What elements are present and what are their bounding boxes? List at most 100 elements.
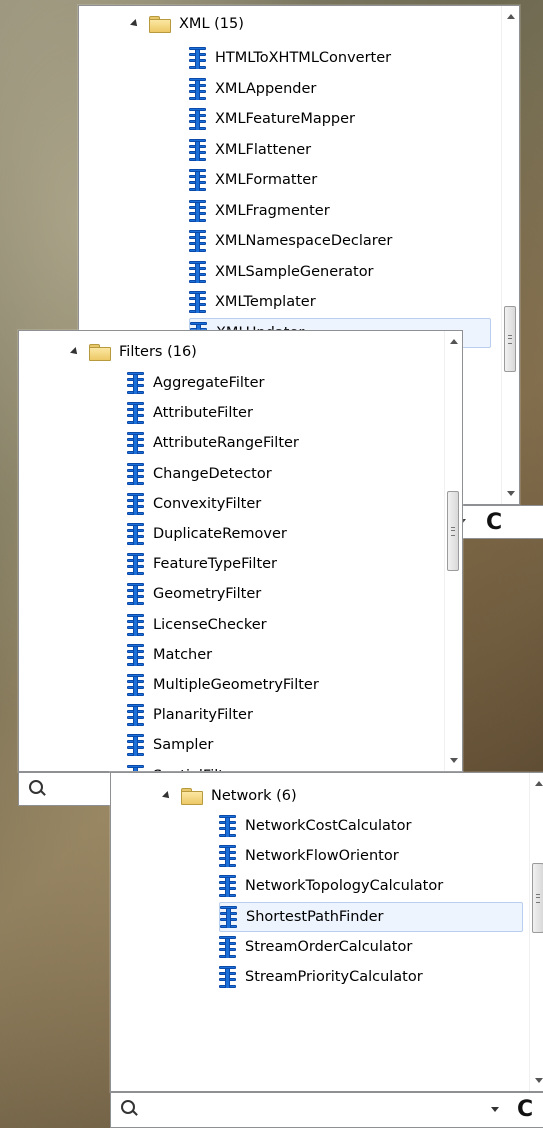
refresh-icon[interactable]: C <box>517 1099 533 1121</box>
network-search-bar[interactable]: C <box>110 1092 543 1128</box>
network-transformer-item[interactable]: NetworkCostCalculator <box>219 811 411 841</box>
transformer-label: StreamPriorityCalculator <box>245 969 423 985</box>
filters-transformer-item[interactable]: ChangeDetector <box>127 459 272 489</box>
filters-transformer-item[interactable]: MultipleGeometryFilter <box>127 670 319 700</box>
transformer-icon <box>220 905 237 928</box>
transformer-label: Matcher <box>153 646 213 663</box>
scroll-down-arrow-icon[interactable] <box>450 758 458 763</box>
folder-icon <box>149 16 171 33</box>
folder-filters[interactable]: Filters (16) <box>70 337 197 367</box>
transformer-label: NetworkTopologyCalculator <box>245 878 444 895</box>
transformer-label: LicenseChecker <box>153 616 267 633</box>
scroll-up-arrow-icon[interactable] <box>535 781 543 786</box>
transformer-icon <box>189 199 206 222</box>
xml-scrollbar[interactable] <box>501 6 519 504</box>
network-transformer-item[interactable]: NetworkFlowOrientor <box>219 841 399 871</box>
transformer-icon <box>127 372 144 394</box>
filters-transformer-item[interactable]: FeatureTypeFilter <box>127 549 277 579</box>
filters-transformer-item[interactable]: Sampler <box>127 730 213 760</box>
filters-scrollbar[interactable] <box>444 331 462 771</box>
transformer-label: AttributeFilter <box>153 405 253 422</box>
folder-label-network: Network (6) <box>211 788 297 804</box>
transformer-icon <box>189 77 206 100</box>
network-transformer-item[interactable]: ShortestPathFinder <box>219 901 523 932</box>
transformer-icon <box>127 402 144 425</box>
xml-transformer-item[interactable]: XMLFeatureMapper <box>189 104 355 134</box>
transformer-label: XMLFragmenter <box>215 202 330 219</box>
transformer-icon <box>219 815 236 837</box>
transformer-label: DuplicateRemover <box>153 526 287 542</box>
transformer-icon <box>127 674 144 696</box>
filters-transformer-item[interactable]: AttributeFilter <box>127 398 253 428</box>
transformer-label: PlanarityFilter <box>153 707 253 724</box>
search-icon <box>121 1100 135 1114</box>
transformer-icon <box>219 845 236 868</box>
filters-transformer-item[interactable]: LicenseChecker <box>127 610 267 640</box>
filters-transformer-item[interactable]: AggregateFilter <box>127 368 265 398</box>
refresh-icon[interactable]: C <box>486 512 502 534</box>
network-transformer-item[interactable]: StreamPriorityCalculator <box>219 962 423 992</box>
transformer-label: AttributeRangeFilter <box>153 435 299 452</box>
network-transformer-item[interactable]: StreamOrderCalculator <box>219 932 412 962</box>
expand-triangle-icon[interactable] <box>162 791 172 801</box>
filters-search-bar <box>18 772 112 806</box>
scroll-down-arrow-icon[interactable] <box>535 1078 543 1083</box>
filters-tree: Filters (16) AggregateFilter AttributeFil… <box>19 331 462 771</box>
transformer-icon <box>189 291 206 313</box>
expand-triangle-icon[interactable] <box>130 19 140 29</box>
filters-transformer-item[interactable]: ConvexityFilter <box>127 489 261 519</box>
filters-transformer-item[interactable]: SpatialFilter <box>127 761 239 771</box>
xml-transformer-item[interactable]: XMLAppender <box>189 74 316 104</box>
xml-transformer-item[interactable]: HTMLToXHTMLConverter <box>189 43 391 73</box>
transformer-label: GeometryFilter <box>153 586 262 603</box>
xml-transformer-item[interactable]: XMLFragmenter <box>189 196 330 226</box>
folder-icon <box>89 344 111 361</box>
xml-transformer-item[interactable]: XMLNamespaceDeclarer <box>189 226 392 256</box>
xml-transformer-item[interactable]: XMLSampleGenerator <box>189 257 374 287</box>
filters-tree-panel: Filters (16) AggregateFilter AttributeFil… <box>18 330 463 772</box>
transformer-label: MultipleGeometryFilter <box>153 677 319 693</box>
transformer-icon <box>127 613 144 636</box>
transformer-icon <box>127 432 144 455</box>
xml-transformer-item[interactable]: XMLTemplater <box>189 287 316 317</box>
transformer-label: ConvexityFilter <box>153 495 262 512</box>
transformer-icon <box>219 875 236 898</box>
scroll-up-arrow-icon[interactable] <box>507 14 515 19</box>
transformer-icon <box>127 704 144 727</box>
transformer-icon <box>127 523 144 545</box>
network-transformer-item[interactable]: NetworkTopologyCalculator <box>219 871 443 901</box>
transformer-icon <box>189 138 206 161</box>
folder-network[interactable]: Network (6) <box>162 781 297 811</box>
scroll-down-arrow-icon[interactable] <box>507 491 515 496</box>
filters-transformer-item[interactable]: GeometryFilter <box>127 579 261 609</box>
transformer-label: SpatialFilter <box>153 761 239 771</box>
search-icon <box>29 780 43 794</box>
filters-transformer-item[interactable]: DuplicateRemover <box>127 519 287 549</box>
transformer-label: XMLSampleGenerator <box>215 263 374 280</box>
scroll-thumb[interactable] <box>447 491 459 571</box>
filters-transformer-item[interactable]: Matcher <box>127 640 212 670</box>
scroll-thumb[interactable] <box>532 863 543 933</box>
search-input[interactable] <box>145 1098 489 1122</box>
filters-transformer-item[interactable]: PlanarityFilter <box>127 700 253 730</box>
expand-triangle-icon[interactable] <box>70 347 80 357</box>
network-tree: Network (6) NetworkCostCalculator Network… <box>111 773 543 1091</box>
transformer-label: XMLTemplater <box>215 294 316 310</box>
scroll-up-arrow-icon[interactable] <box>450 339 458 344</box>
transformer-label: XMLFeatureMapper <box>215 111 356 127</box>
folder-label-xml: XML (15) <box>179 16 244 32</box>
transformer-label: NetworkFlowOrientor <box>245 848 399 865</box>
xml-transformer-item[interactable]: XMLFormatter <box>189 165 317 195</box>
transformer-label: ChangeDetector <box>153 465 272 482</box>
transformer-label: XMLAppender <box>215 80 317 97</box>
transformer-icon <box>189 169 206 191</box>
filters-transformer-item[interactable]: AttributeRangeFilter <box>127 428 299 458</box>
chevron-down-icon[interactable] <box>491 1107 499 1112</box>
folder-xml[interactable]: XML (15) <box>130 9 244 39</box>
network-tree-panel: Network (6) NetworkCostCalculator Network… <box>110 772 543 1092</box>
transformer-label: NetworkCostCalculator <box>245 818 412 834</box>
scroll-thumb[interactable] <box>504 306 516 372</box>
network-scrollbar[interactable] <box>529 773 543 1091</box>
transformer-label: HTMLToXHTMLConverter <box>215 50 392 66</box>
xml-transformer-item[interactable]: XMLFlattener <box>189 135 311 165</box>
